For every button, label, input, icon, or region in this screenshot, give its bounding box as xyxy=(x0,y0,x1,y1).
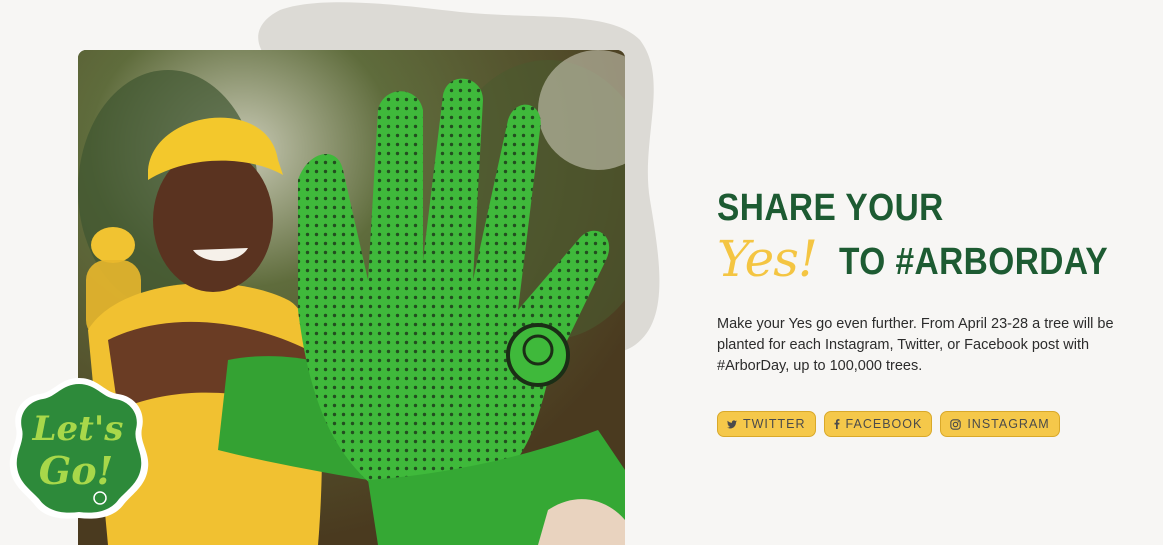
twitter-icon xyxy=(727,419,737,428)
headline-line-1: SHARE YOUR xyxy=(717,187,944,229)
social-buttons: TWITTER FACEBOOK INSTAGRAM xyxy=(717,411,1157,437)
facebook-label: FACEBOOK xyxy=(845,417,923,431)
badge-text-2: Go! xyxy=(39,448,113,493)
photo-illustration xyxy=(78,50,625,545)
facebook-button[interactable]: FACEBOOK xyxy=(823,411,933,437)
instagram-icon xyxy=(950,418,962,430)
headline-arborday: TO #ARBORDAY xyxy=(839,241,1109,283)
share-content: SHARE YOUR Yes! TO #ARBORDAY Make your Y… xyxy=(717,186,1157,437)
lets-go-badge: Let's Go! xyxy=(9,378,149,519)
hero-photo xyxy=(78,50,625,545)
instagram-button[interactable]: INSTAGRAM xyxy=(940,411,1060,437)
description-text: Make your Yes go even further. From Apri… xyxy=(717,316,1114,374)
facebook-icon xyxy=(834,419,840,429)
badge-text-1: Let's xyxy=(32,409,124,449)
twitter-button[interactable]: TWITTER xyxy=(717,411,816,437)
headline-yes-word: Yes! xyxy=(717,230,818,288)
arbor-day-section: Let's Go! SHARE YOUR Yes! TO #ARBORDAY M… xyxy=(0,0,1163,545)
instagram-label: INSTAGRAM xyxy=(967,417,1050,431)
twitter-label: TWITTER xyxy=(743,417,806,431)
headline-line-2: Yes! TO #ARBORDAY xyxy=(717,230,1157,292)
